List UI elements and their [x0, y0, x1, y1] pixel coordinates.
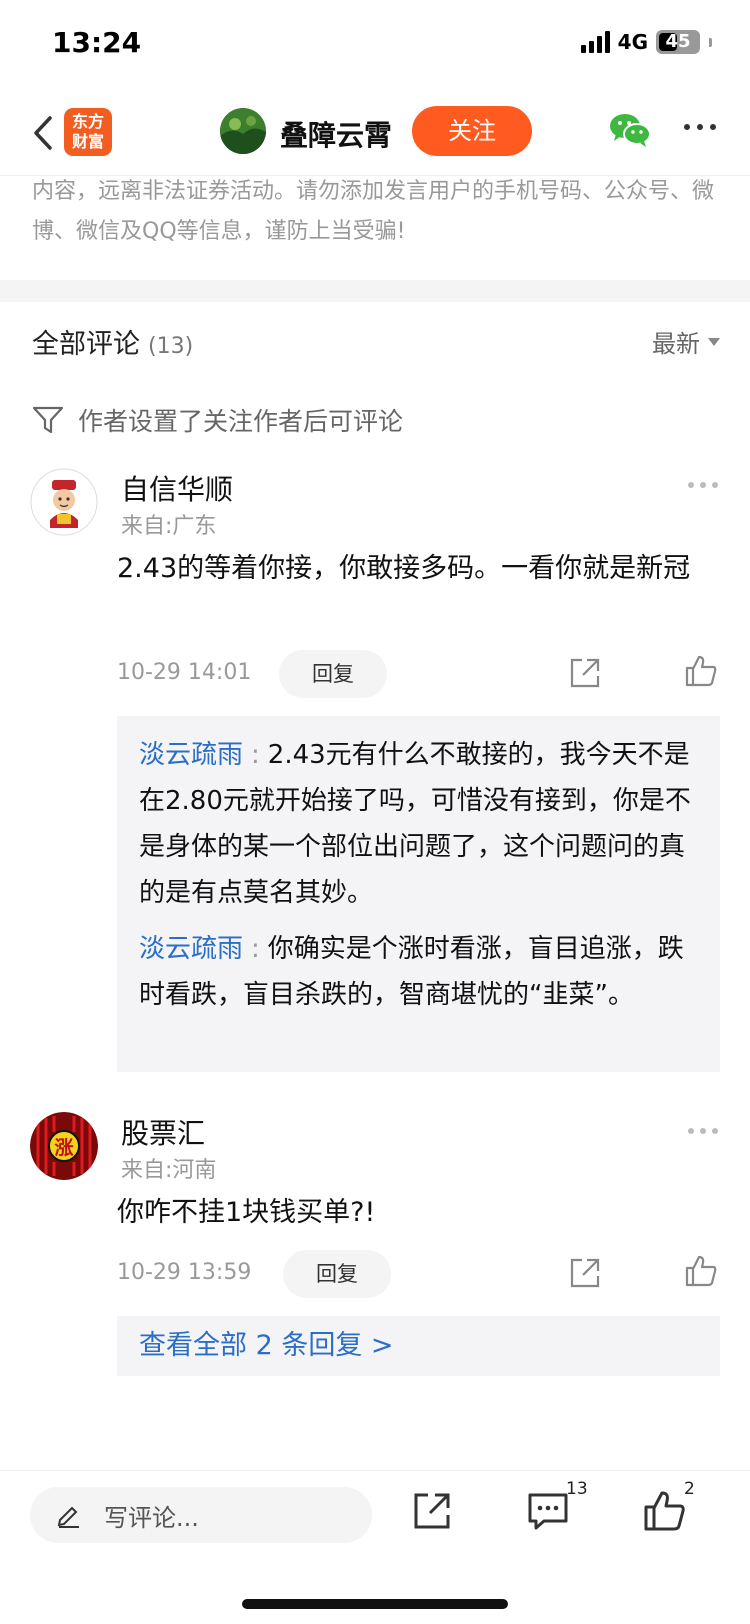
comment-author[interactable]: 自信华顺: [121, 468, 233, 508]
pencil-icon: [57, 1506, 79, 1528]
author-name[interactable]: 叠障云霄: [280, 114, 392, 154]
network-type: 4G: [617, 30, 648, 54]
view-all-replies-link[interactable]: 查看全部 2 条回复 >: [117, 1316, 720, 1376]
comment-location: 来自:广东: [121, 514, 217, 539]
filter-icon: [32, 406, 64, 434]
share-icon[interactable]: [410, 1489, 454, 1533]
nav-header: 东方 财富 叠障云霄 关注: [0, 96, 750, 176]
thumbs-up-icon[interactable]: [642, 1489, 686, 1533]
reply-author[interactable]: 淡云疏雨: [139, 740, 243, 770]
comment-restriction: 作者设置了关注作者后可评论: [32, 402, 403, 438]
comment-input[interactable]: 写评论...: [30, 1487, 372, 1543]
reply-author[interactable]: 淡云疏雨: [139, 934, 243, 964]
app-logo[interactable]: 东方 财富: [64, 108, 112, 156]
status-bar: 13:24 4G 45: [0, 0, 750, 90]
thumbs-up-icon[interactable]: [684, 1254, 718, 1288]
battery-icon: 45: [656, 30, 700, 54]
comment-time: 10-29 14:01: [117, 660, 252, 685]
like-count-badge: 2: [684, 1479, 695, 1499]
home-indicator[interactable]: [242, 1599, 508, 1609]
reply-thread: 淡云疏雨:2.43元有什么不敢接的，我今天不是在2.80元就开始接了吗，可惜没有…: [117, 716, 720, 1072]
avatar[interactable]: 涨: [30, 1112, 98, 1180]
chevron-left-icon: [34, 116, 52, 150]
avatar[interactable]: [30, 468, 98, 536]
thumbs-up-icon[interactable]: [684, 654, 718, 688]
svg-text:涨: 涨: [54, 1137, 73, 1159]
reply-item: 淡云疏雨:2.43元有什么不敢接的，我今天不是在2.80元就开始接了吗，可惜没有…: [139, 740, 691, 908]
more-options-icon[interactable]: [684, 124, 716, 132]
back-button[interactable]: [26, 108, 60, 158]
status-time: 13:24: [52, 26, 142, 59]
comment-count-badge: 13: [566, 1479, 588, 1499]
caret-down-icon: [708, 337, 720, 346]
battery-level: 45: [665, 31, 691, 52]
comments-count: (13): [148, 334, 194, 359]
author-avatar[interactable]: [220, 108, 266, 154]
comment-text: 你咋不挂1块钱买单?!: [117, 1197, 376, 1228]
comment-location: 来自:河南: [121, 1158, 217, 1183]
comment-text: 2.43的等着你接，你敢接多码。一看你就是新冠: [117, 553, 691, 584]
bottom-action-bar: 写评论... 13 2: [0, 1470, 750, 1624]
risk-notice: 内容，远离非法证券活动。请勿添加发言用户的手机号码、公众号、微博、微信及QQ等信…: [32, 179, 715, 244]
section-divider: [0, 280, 750, 302]
comment-icon[interactable]: [526, 1489, 570, 1533]
reply-button[interactable]: 回复: [279, 650, 387, 698]
comment-author[interactable]: 股票汇: [121, 1112, 205, 1152]
share-icon[interactable]: [568, 656, 602, 690]
comment-more-icon[interactable]: [688, 1128, 718, 1134]
reply-item: 淡云疏雨: 你确实是个涨时看涨，盲目追涨，跌时看跌，盲目杀跌的，智商堪忧的“韭菜”…: [139, 934, 684, 1010]
comment-placeholder: 写评论...: [104, 1503, 199, 1532]
wechat-icon[interactable]: [608, 112, 652, 148]
follow-button[interactable]: 关注: [412, 106, 532, 156]
share-icon[interactable]: [568, 1256, 602, 1290]
comment-more-icon[interactable]: [688, 482, 718, 488]
status-icons: 4G 45: [580, 30, 712, 54]
sort-dropdown[interactable]: 最新: [652, 324, 720, 359]
signal-icon: [580, 31, 610, 53]
comments-title: 全部评论 (13): [32, 329, 194, 360]
comment-time: 10-29 13:59: [117, 1260, 252, 1285]
reply-button[interactable]: 回复: [283, 1250, 391, 1298]
